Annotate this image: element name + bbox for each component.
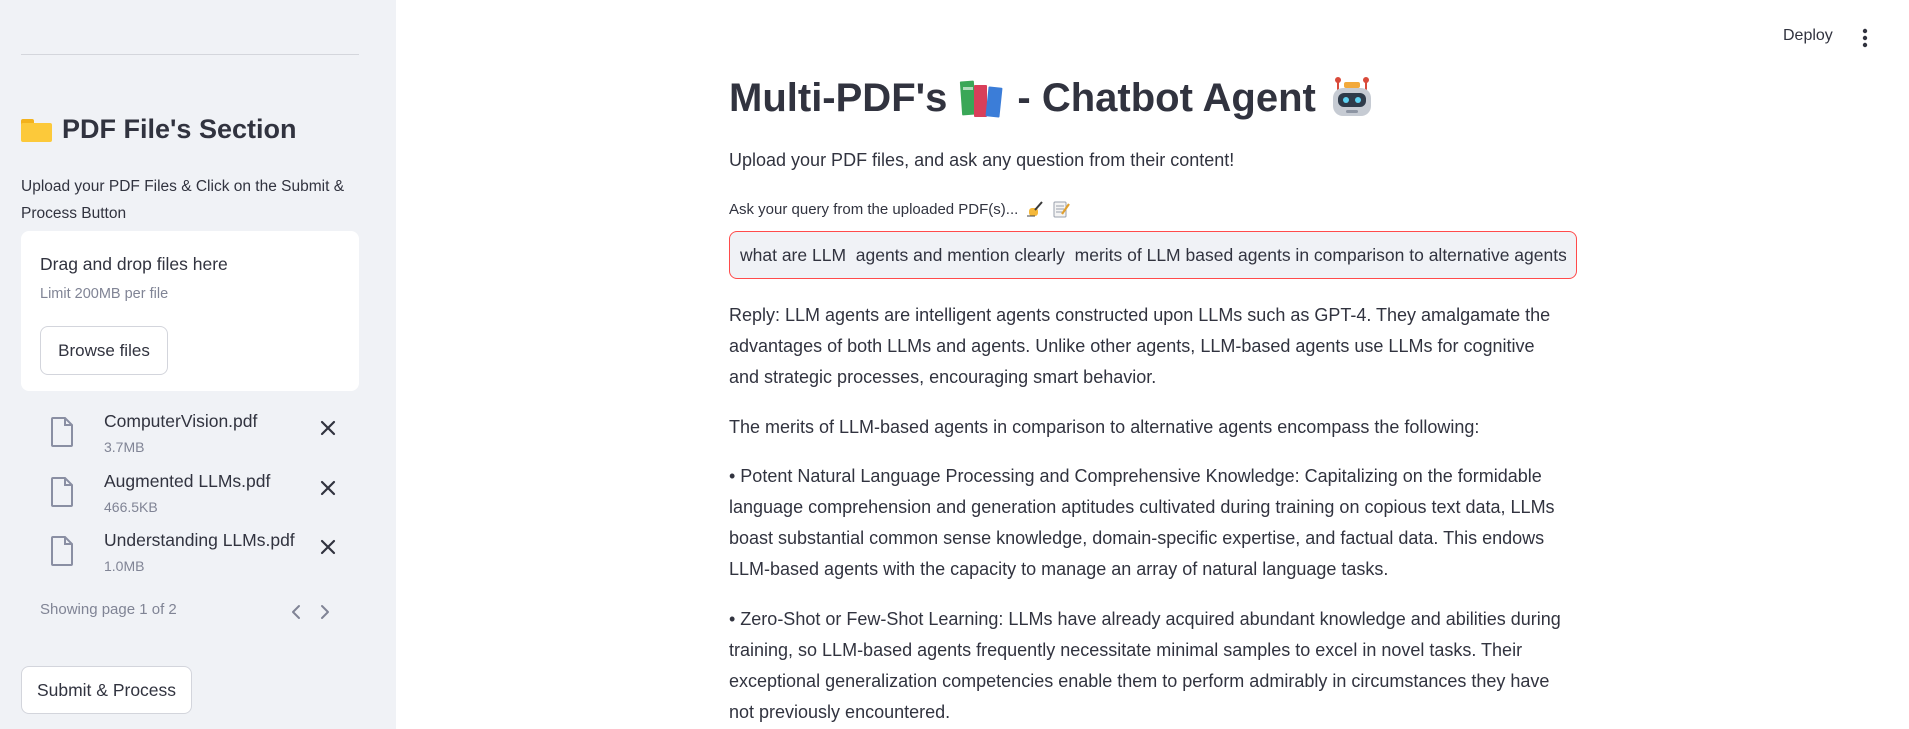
file-size: 1.0MB <box>104 558 145 574</box>
memo-icon <box>1053 201 1071 218</box>
writing-hand-icon <box>1027 201 1044 217</box>
query-label-text: Ask your query from the uploaded PDF(s).… <box>729 200 1019 218</box>
more-vertical-icon[interactable] <box>1861 27 1869 49</box>
submit-process-button[interactable]: Submit & Process <box>21 666 192 714</box>
uploaded-file-item: Understanding LLMs.pdf 1.0MB <box>21 530 359 582</box>
reply-paragraph: The merits of LLM-based agents in compar… <box>729 417 1480 437</box>
deploy-button[interactable]: Deploy <box>1783 27 1833 45</box>
file-name: ComputerVision.pdf <box>104 411 258 431</box>
query-label: Ask your query from the uploaded PDF(s).… <box>729 200 1071 218</box>
close-icon[interactable] <box>319 419 337 437</box>
sidebar: PDF File's Section Upload your PDF Files… <box>0 0 396 729</box>
folder-icon <box>21 118 52 142</box>
sidebar-title: PDF File's Section <box>21 114 296 145</box>
sidebar-description: Upload your PDF Files & Click on the Sub… <box>21 178 345 222</box>
sidebar-title-text: PDF File's Section <box>62 114 297 144</box>
chevron-right-icon[interactable] <box>318 604 332 620</box>
page-subtitle: Upload your PDF files, and ask any quest… <box>729 150 1235 170</box>
file-icon <box>51 417 73 447</box>
page-title: Multi-PDF's - Chatbot Agent <box>729 74 1376 122</box>
query-input[interactable] <box>729 231 1577 279</box>
reply-paragraph: • Zero-Shot or Few-Shot Learning: LLMs h… <box>729 609 1561 722</box>
chevron-left-icon[interactable] <box>289 604 303 620</box>
file-icon <box>51 536 73 566</box>
file-name: Understanding LLMs.pdf <box>104 530 295 550</box>
file-name: Augmented LLMs.pdf <box>104 471 271 491</box>
dropzone-title: Drag and drop files here <box>40 254 228 274</box>
file-dropzone[interactable]: Drag and drop files here Limit 200MB per… <box>21 231 359 391</box>
reply-paragraph: Reply: LLM agents are intelligent agents… <box>729 305 1551 387</box>
page-title-text: Multi-PDF's <box>729 75 948 120</box>
pager-text: Showing page 1 of 2 <box>40 601 177 618</box>
books-icon <box>960 80 1003 118</box>
dropzone-limit: Limit 200MB per file <box>40 286 169 302</box>
file-icon <box>51 477 73 507</box>
page-title-suffix: - Chatbot Agent <box>1017 75 1316 120</box>
sidebar-divider <box>21 54 359 55</box>
reply-paragraph: • Potent Natural Language Processing and… <box>729 466 1555 579</box>
robot-icon <box>1332 77 1371 116</box>
file-size: 3.7MB <box>104 439 145 455</box>
uploaded-file-item: ComputerVision.pdf 3.7MB <box>21 411 359 463</box>
close-icon[interactable] <box>319 479 337 497</box>
file-pager: Showing page 1 of 2 <box>40 601 340 623</box>
file-size: 466.5KB <box>104 499 158 515</box>
browse-files-button[interactable]: Browse files <box>40 326 168 375</box>
close-icon[interactable] <box>319 538 337 556</box>
uploaded-file-item: Augmented LLMs.pdf 466.5KB <box>21 471 359 523</box>
